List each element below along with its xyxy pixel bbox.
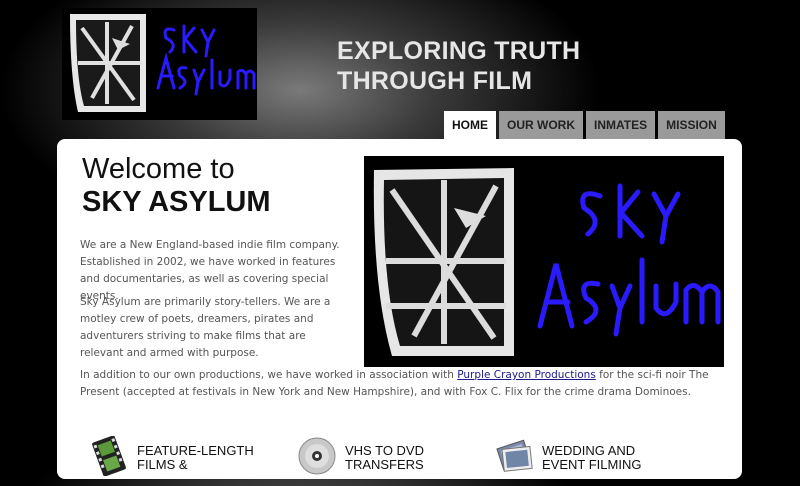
main-nav: HOME OUR WORK INMATES MISSION (444, 111, 725, 139)
welcome-heading-line2: SKY ASYLUM (82, 186, 271, 218)
dvd-disc-icon (298, 437, 336, 475)
service-vhs-dvd[interactable]: VHS TO DVD TRANSFERS (297, 436, 487, 486)
film-strip-icon (92, 436, 126, 476)
associations-paragraph: In addition to our own productions, we h… (80, 367, 720, 401)
service-label: FEATURE-LENGTH FILMS & (137, 443, 254, 472)
tab-our-work[interactable]: OUR WORK (499, 111, 583, 139)
associations-text-before: In addition to our own productions, we h… (80, 369, 458, 381)
purple-crayon-link[interactable]: Purple Crayon Productions (457, 369, 596, 381)
site-logo[interactable] (62, 8, 257, 120)
tab-inmates[interactable]: INMATES (586, 111, 656, 139)
tab-mission[interactable]: MISSION (658, 111, 725, 139)
content-panel: Welcome to SKY ASYLUM We are a New Engla… (57, 139, 742, 479)
service-feature-films[interactable]: FEATURE-LENGTH FILMS & (89, 436, 279, 486)
tab-home[interactable]: HOME (444, 111, 496, 139)
site-tagline: EXPLORING TRUTH THROUGH FILM (337, 37, 581, 95)
service-label: VHS TO DVD TRANSFERS (345, 443, 424, 472)
service-wedding-event[interactable]: WEDDING AND EVENT FILMING (494, 436, 694, 486)
hero-logo-image (364, 156, 724, 367)
photos-icon (496, 439, 533, 472)
welcome-heading-line1: Welcome to (82, 153, 235, 185)
storytellers-paragraph: Sky Asylum are primarily story-tellers. … (80, 296, 331, 359)
service-label: WEDDING AND EVENT FILMING (542, 443, 642, 472)
page-title: Welcome to SKY ASYLUM (82, 153, 271, 219)
